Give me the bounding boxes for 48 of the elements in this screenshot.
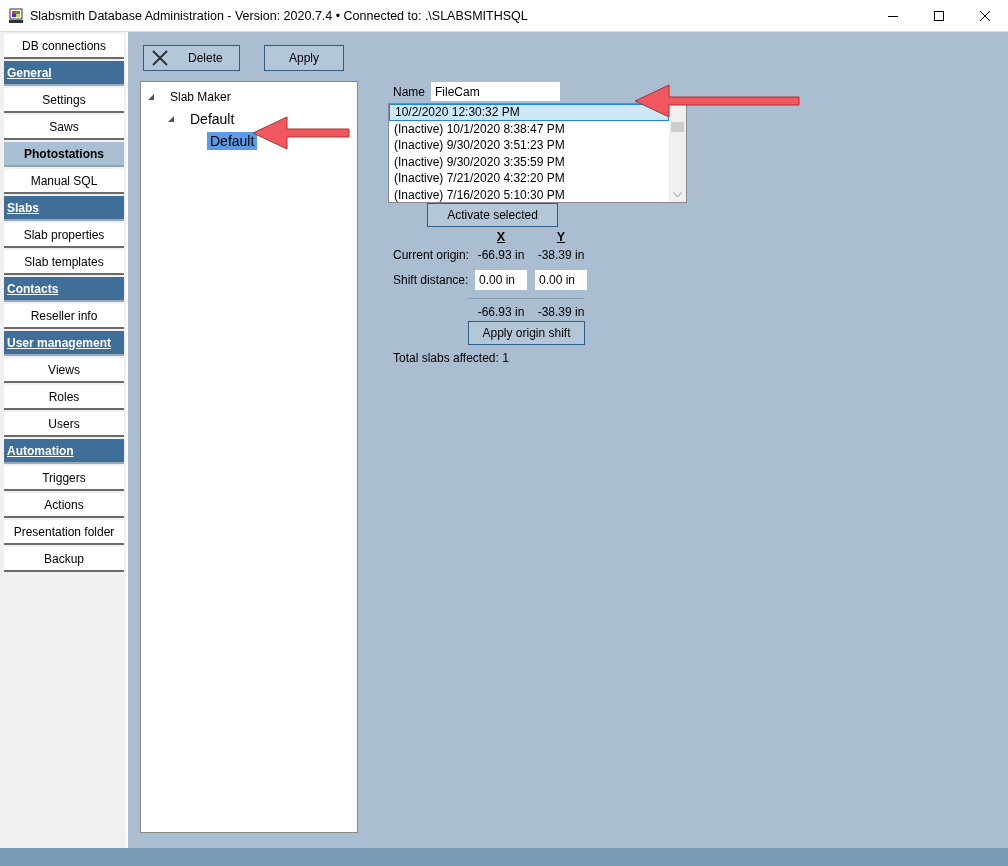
sidebar-section-header[interactable]: Automation: [4, 439, 124, 464]
sidebar-item[interactable]: Triggers: [4, 466, 124, 491]
x-column-header: X: [496, 230, 506, 244]
sidebar-item[interactable]: Backup: [4, 547, 124, 572]
sidebar-item[interactable]: Reseller info: [4, 304, 124, 329]
window-title: Slabsmith Database Administration - Version: 2020.7.4 • Connected to: .\SLABSMITHSQL: [30, 8, 529, 23]
activate-selected-button[interactable]: Activate selected: [427, 203, 558, 227]
sidebar-item[interactable]: Slab properties: [4, 223, 124, 248]
name-label: Name: [393, 84, 425, 99]
sidebar-item[interactable]: Roles: [4, 385, 124, 410]
sidebar-section-header[interactable]: Contacts: [4, 277, 124, 302]
sidebar-item[interactable]: Actions: [4, 493, 124, 518]
tree-item[interactable]: Default: [187, 110, 238, 128]
delete-button[interactable]: Delete: [143, 45, 240, 71]
sidebar-item[interactable]: Presentation folder: [4, 520, 124, 545]
result-value: -38.39 in: [537, 305, 585, 319]
sidebar-section-header[interactable]: General: [4, 61, 124, 86]
list-item[interactable]: 10/2/2020 12:30:32 PM: [389, 104, 669, 121]
name-field[interactable]: FileCam: [431, 82, 560, 101]
sidebar-section-header[interactable]: Slabs: [4, 196, 124, 221]
sidebar-section-header[interactable]: User management: [4, 331, 124, 356]
apply-origin-shift-button[interactable]: Apply origin shift: [468, 321, 585, 345]
shift-x-field[interactable]: 0.00 in: [475, 270, 527, 290]
origin-value: -66.93 in: [477, 248, 525, 262]
sidebar-item[interactable]: Saws: [4, 115, 124, 140]
shift-y-field[interactable]: 0.00 in: [535, 270, 587, 290]
sidebar-item[interactable]: Users: [4, 412, 124, 437]
sidebar-item[interactable]: Views: [4, 358, 124, 383]
current-origin-label: Current origin:: [393, 248, 470, 262]
sidebar-item[interactable]: Photostations: [4, 142, 124, 167]
apply-button[interactable]: Apply: [264, 45, 344, 71]
list-item[interactable]: (Inactive) 9/30/2020 3:35:59 PM: [389, 153, 669, 170]
origin-value: -38.39 in: [537, 248, 585, 262]
tree-item[interactable]: Slab Maker: [167, 89, 234, 105]
sidebar-item[interactable]: Manual SQL: [4, 169, 124, 194]
y-column-header: Y: [556, 230, 566, 244]
list-item[interactable]: (Inactive) 10/1/2020 8:38:47 PM: [389, 120, 669, 137]
tree-item[interactable]: Default: [207, 132, 258, 150]
list-item[interactable]: (Inactive) 7/16/2020 5:10:30 PM: [389, 186, 669, 202]
list-item[interactable]: (Inactive) 7/21/2020 4:32:20 PM: [389, 170, 669, 187]
list-item[interactable]: (Inactive) 9/30/2020 3:51:23 PM: [389, 137, 669, 154]
result-value: -66.93 in: [477, 305, 525, 319]
sidebar-item[interactable]: Slab templates: [4, 250, 124, 275]
version-list[interactable]: 10/2/2020 12:30:32 PM (Inactive) 10/1/2020 8:38:47 PM (Inactive) 9/30/2020 3:51:23 PM (Inactive) 9/30/2020 3:35:59 PM (Inactive) 7/21/2020 4:32:20 PM (Inactive) 7/16/2020 5:10:30 PM: [388, 103, 687, 203]
shift-distance-label: Shift distance:: [393, 273, 469, 287]
sidebar-item[interactable]: Settings: [4, 88, 124, 113]
sidebar-item[interactable]: DB connections: [4, 34, 124, 59]
total-slabs-text: Total slabs affected: 1: [393, 351, 510, 365]
